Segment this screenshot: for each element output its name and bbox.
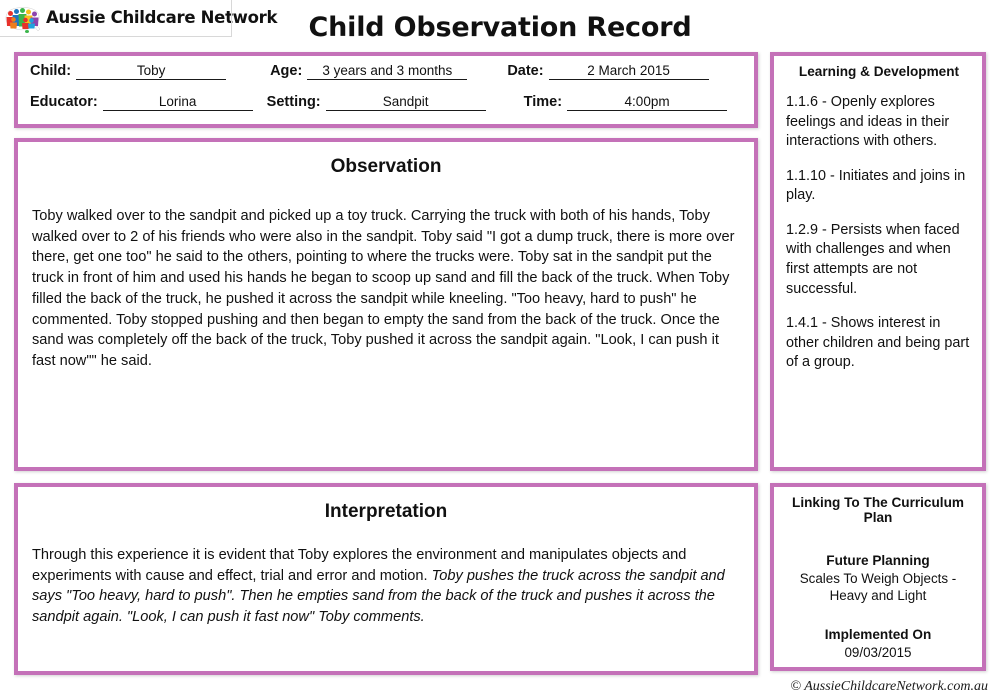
- field-age-value[interactable]: 3 years and 3 months: [307, 63, 468, 80]
- field-child-label: Child:: [30, 63, 72, 79]
- australia-map-children-icon: [2, 3, 44, 33]
- implemented-on-label: Implemented On: [824, 626, 932, 642]
- field-setting: Setting: Sandpit: [267, 94, 486, 111]
- observation-text[interactable]: Toby walked over to the sandpit and pick…: [32, 206, 740, 372]
- field-time: Time: 4:00pm: [523, 94, 728, 111]
- learning-outcome-item: 1.4.1 - Shows interest in other children…: [786, 315, 970, 371]
- field-age: Age: 3 years and 3 months: [270, 63, 468, 80]
- interpretation-box: Interpretation Through this experience i…: [14, 483, 758, 675]
- field-age-label: Age:: [270, 63, 303, 79]
- field-date-value[interactable]: 2 March 2015: [548, 63, 709, 80]
- info-row-2: Educator: Lorina Setting: Sandpit Time: …: [30, 94, 744, 125]
- observation-title: Observation: [330, 156, 442, 177]
- brand-logo-text: Aussie Childcare Network: [46, 8, 278, 28]
- info-row-1: Child: Toby Age: 3 years and 3 months Da…: [30, 63, 744, 94]
- field-setting-label: Setting:: [266, 94, 321, 110]
- field-educator: Educator: Lorina: [30, 94, 253, 111]
- interpretation-title: Interpretation: [324, 501, 448, 522]
- learning-development-box: Learning & Development 1.1.6 - Openly ex…: [770, 52, 986, 471]
- learning-outcome-item: 1.2.9 - Persists when faced with challen…: [786, 221, 960, 297]
- logo-divider-vertical: [231, 0, 232, 37]
- field-educator-value[interactable]: Lorina: [102, 94, 253, 111]
- document-page: Aussie Childcare Network Child Observati…: [0, 0, 1000, 699]
- field-setting-value[interactable]: Sandpit: [325, 94, 486, 111]
- implemented-on-value[interactable]: 09/03/2015: [782, 644, 974, 661]
- learning-outcome-item: 1.1.10 - Initiates and joins in play.: [786, 167, 966, 204]
- page-title: Child Observation Record: [308, 12, 692, 43]
- curriculum-plan-box: Linking To The Curriculum Plan Future Pl…: [770, 483, 986, 671]
- field-date-label: Date:: [507, 63, 544, 79]
- learning-outcome-item: 1.1.6 - Openly explores feelings and ide…: [786, 94, 950, 150]
- field-time-value[interactable]: 4:00pm: [567, 94, 728, 111]
- field-child-value[interactable]: Toby: [76, 63, 227, 80]
- learning-development-title: Learning & Development: [798, 64, 960, 79]
- future-planning-label: Future Planning: [826, 553, 930, 568]
- copyright-footer: © AussieChildcareNetwork.com.au: [790, 679, 988, 694]
- child-info-box: Child: Toby Age: 3 years and 3 months Da…: [14, 52, 758, 128]
- future-planning-value[interactable]: Scales To Weigh Objects - Heavy and Ligh…: [782, 570, 974, 605]
- logo-divider-horizontal: [0, 36, 232, 37]
- observation-box: Observation Toby walked over to the sand…: [14, 138, 758, 471]
- interpretation-text[interactable]: Through this experience it is evident th…: [32, 545, 740, 628]
- field-date: Date: 2 March 2015: [507, 63, 709, 80]
- field-child: Child: Toby: [30, 63, 227, 80]
- field-educator-label: Educator:: [30, 94, 98, 110]
- curriculum-plan-title: Linking To The Curriculum Plan: [792, 495, 964, 525]
- field-time-label: Time:: [523, 94, 563, 110]
- brand-logo: Aussie Childcare Network: [2, 2, 277, 34]
